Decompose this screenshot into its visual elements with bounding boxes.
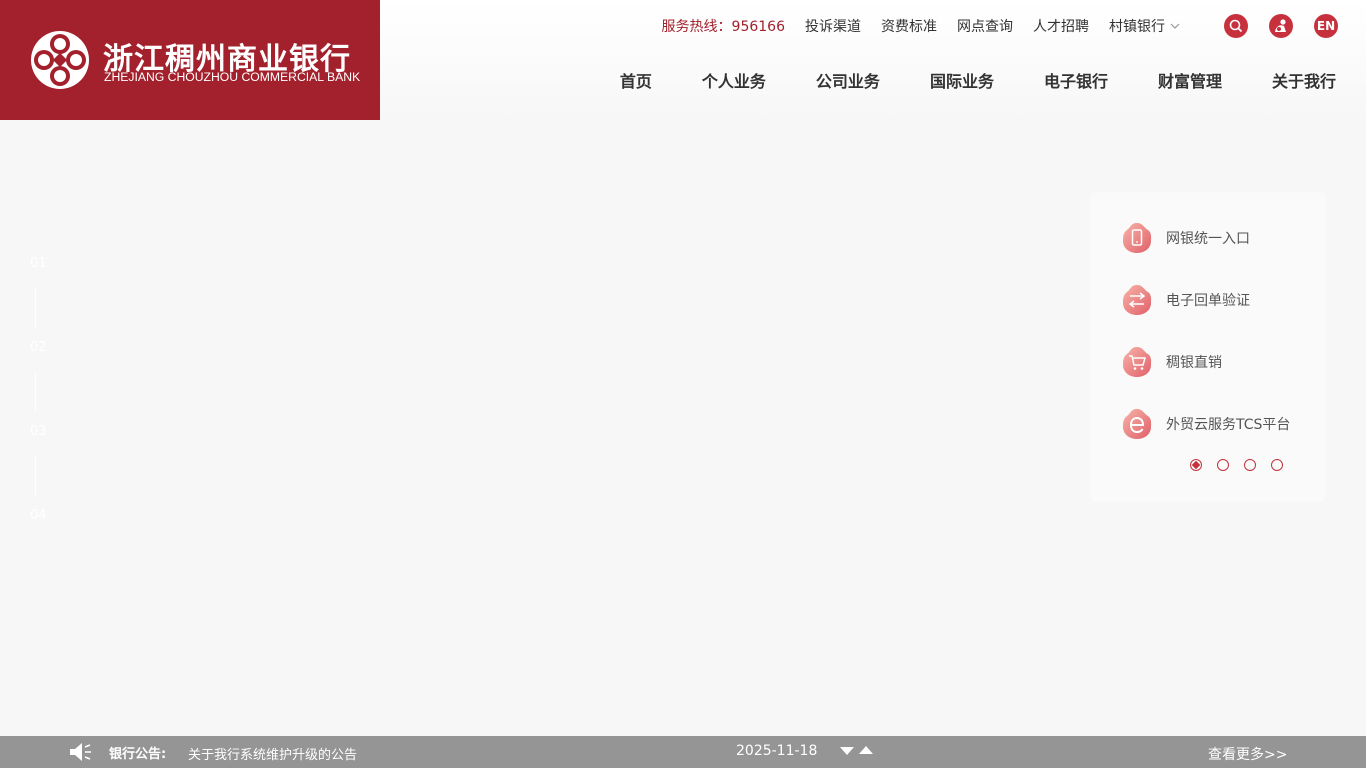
cart-icon: [1123, 347, 1152, 377]
nav-item-home[interactable]: 首页: [620, 68, 652, 92]
slide-number-1[interactable]: 01: [30, 256, 60, 276]
carousel-dot-2[interactable]: [1217, 459, 1229, 471]
logo-name-en: ZHEJIANG CHOUZHOU COMMERCIAL BANK: [104, 70, 361, 84]
accessibility-icon[interactable]: [1269, 14, 1293, 38]
top-links: 服务热线：956166 投诉渠道 资费标准 网点查询 人才招聘 村镇银行 EN: [662, 13, 1338, 39]
branch-search-link[interactable]: 网点查询: [957, 16, 1013, 36]
view-more-link[interactable]: 查看更多>>: [1208, 744, 1287, 764]
quick-item-label: 稠银直销: [1166, 355, 1222, 371]
logo[interactable]: 浙江稠州商业银行 ZHEJIANG CHOUZHOU COMMERCIAL BA…: [0, 0, 380, 120]
slide-number-2[interactable]: 02: [30, 340, 60, 360]
quick-access-panel: 网银统一入口 电子回单验证 稠银直销 外贸云服务TCS平台: [1090, 192, 1326, 502]
arrow-down-icon[interactable]: [840, 746, 854, 756]
carousel-pagination: [1190, 459, 1298, 471]
receipt-verify-icon: [1123, 285, 1152, 315]
slide-number-4[interactable]: 04: [30, 508, 60, 528]
e-letter-icon: [1123, 409, 1152, 439]
slide-number-3[interactable]: 03: [30, 424, 60, 444]
carousel-dot-3[interactable]: [1244, 459, 1256, 471]
site-header: 浙江稠州商业银行 ZHEJIANG CHOUZHOU COMMERCIAL BA…: [0, 0, 1366, 120]
notice-date: 2025-11-18: [736, 743, 818, 759]
service-hotline[interactable]: 服务热线：956166: [662, 16, 785, 36]
slide-indicator: 01 02 03 04: [30, 256, 60, 528]
village-bank-label: 村镇银行: [1109, 19, 1165, 35]
slide-divider: [35, 288, 36, 328]
bank-emblem-icon: [31, 31, 89, 89]
nav-item-international[interactable]: 国际业务: [930, 68, 994, 92]
nav-item-about[interactable]: 关于我行: [1272, 68, 1336, 92]
recruitment-link[interactable]: 人才招聘: [1033, 16, 1089, 36]
quick-item-label: 电子回单验证: [1166, 293, 1250, 309]
quick-item-label: 外贸云服务TCS平台: [1166, 417, 1291, 433]
fee-standard-link[interactable]: 资费标准: [881, 16, 937, 36]
nav-item-wealth[interactable]: 财富管理: [1158, 68, 1222, 92]
notice-bar: 银行公告: 关于我行系统维护升级的公告 2025-11-18 查看更多>>: [0, 736, 1366, 768]
village-bank-dropdown[interactable]: 村镇银行: [1109, 16, 1181, 36]
quick-item-direct-sales[interactable]: 稠银直销: [1120, 345, 1222, 379]
language-en-button[interactable]: EN: [1314, 14, 1338, 38]
phone-icon: [1123, 223, 1152, 253]
carousel-dot-4[interactable]: [1271, 459, 1283, 471]
nav-item-corporate[interactable]: 公司业务: [816, 68, 880, 92]
quick-item-ebank-entry[interactable]: 网银统一入口: [1120, 221, 1250, 255]
slide-divider: [35, 372, 36, 412]
complaint-channel-link[interactable]: 投诉渠道: [805, 16, 861, 36]
quick-item-tcs-platform[interactable]: 外贸云服务TCS平台: [1120, 407, 1290, 441]
search-icon[interactable]: [1224, 14, 1248, 38]
quick-item-label: 网银统一入口: [1166, 231, 1250, 247]
nav-item-personal[interactable]: 个人业务: [702, 68, 766, 92]
quick-item-receipt-verify[interactable]: 电子回单验证: [1120, 283, 1250, 317]
nav-item-ebanking[interactable]: 电子银行: [1044, 68, 1108, 92]
slide-divider: [35, 456, 36, 496]
speaker-icon: [70, 743, 91, 761]
carousel-dot-1[interactable]: [1190, 459, 1202, 471]
main-nav: 首页 个人业务 公司业务 国际业务 电子银行 财富管理 关于我行: [620, 68, 1336, 92]
notice-label: 银行公告:: [109, 747, 167, 762]
arrow-up-icon[interactable]: [859, 745, 873, 755]
chevron-down-icon: [1170, 23, 1180, 29]
notice-title-link[interactable]: 关于我行系统维护升级的公告: [188, 744, 357, 763]
